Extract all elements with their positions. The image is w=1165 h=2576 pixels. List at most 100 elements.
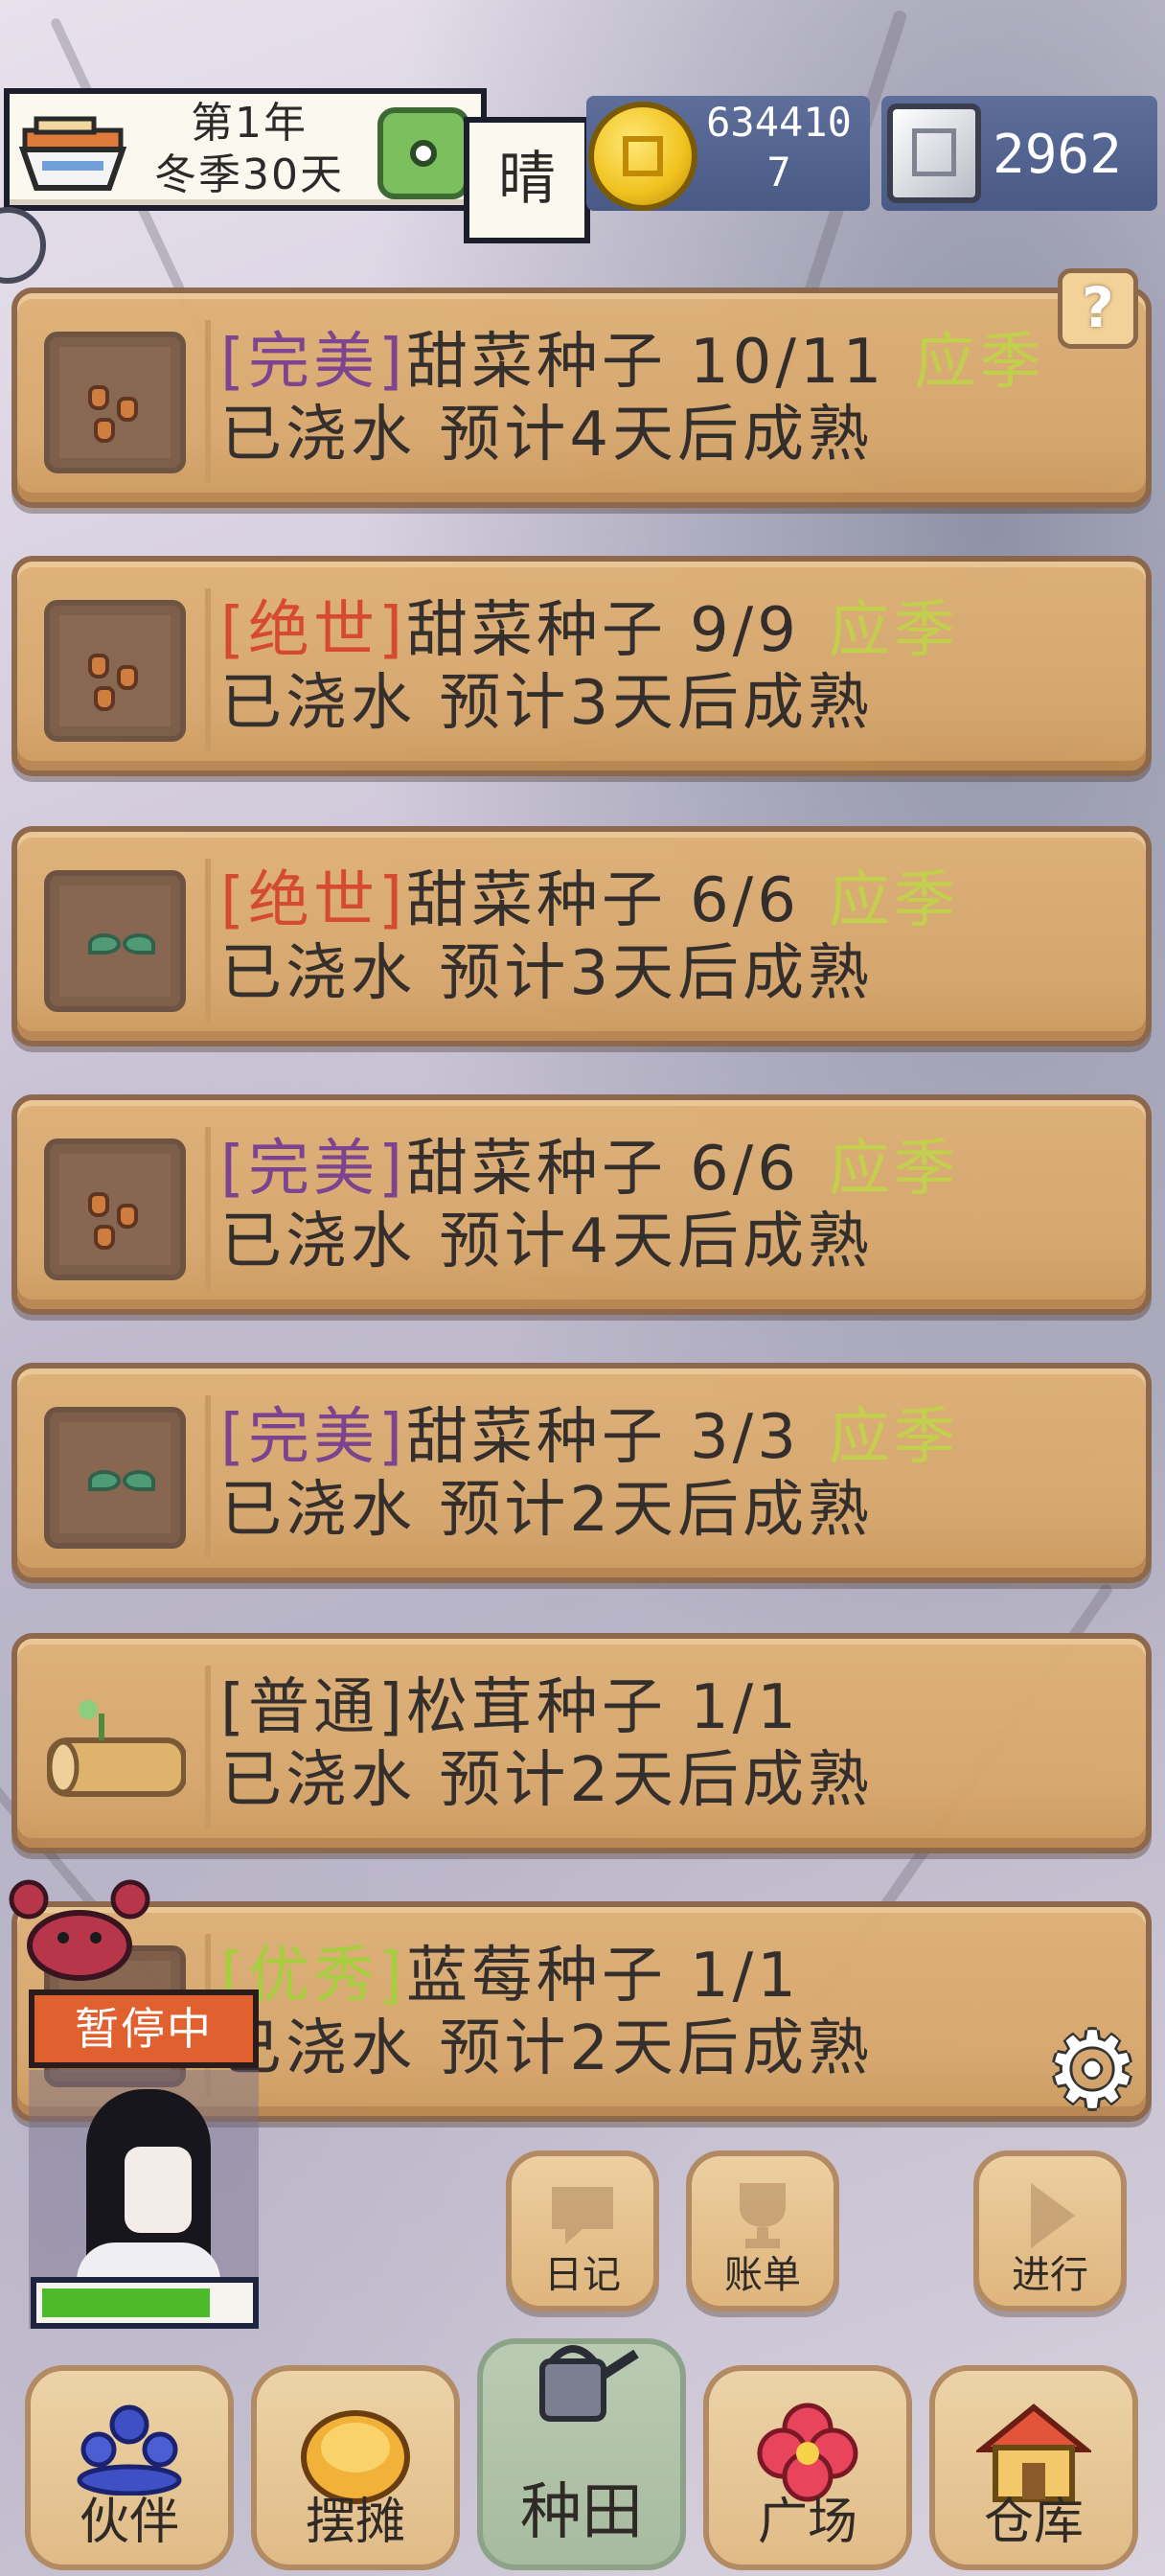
leaf (88, 1470, 121, 1491)
crop-card[interactable]: [绝世]甜菜种子 6/6 应季 已浇水 预计3天后成熟 (11, 826, 1152, 1046)
stamina-bar (31, 2277, 259, 2329)
nav-stall-label: 摆摊 (305, 2494, 405, 2551)
crop-title: [绝世]甜菜种子 9/9 应季 (220, 594, 959, 667)
diary-button[interactable]: 日记 (506, 2150, 659, 2312)
crop-count: 3/3 (689, 1402, 800, 1473)
crop-count: 10/11 (689, 327, 886, 398)
ledger-button[interactable]: 账单 (686, 2150, 839, 2312)
crop-quality: [绝世] (220, 595, 406, 666)
silver-amount: 2962 (993, 124, 1122, 186)
crop-title: [优秀]蓝莓种子 1/1 (220, 1940, 800, 2012)
in-season-tag: 应季 (914, 327, 1045, 398)
seed-grain (88, 1192, 109, 1217)
nav-warehouse-label: 仓库 (983, 2494, 1084, 2551)
log-icon (44, 1677, 187, 1819)
crop-quality: [完美] (220, 1402, 406, 1473)
seed-grain (117, 397, 138, 422)
in-season-tag: 应季 (828, 1402, 959, 1473)
crop-quality: [绝世] (220, 865, 406, 936)
nav-plaza-label: 广场 (757, 2494, 857, 2551)
play-arrow-icon (1031, 2183, 1075, 2248)
wood-log (47, 1700, 187, 1797)
calendar-icon[interactable] (377, 107, 469, 199)
seed-icon (44, 332, 186, 473)
card-divider (205, 1395, 211, 1558)
crop-status: 已浇水 预计2天后成熟 (220, 2013, 874, 2084)
date-text: 第1年 冬季30天 (134, 98, 364, 201)
seed-grain (94, 418, 115, 443)
leaf (88, 933, 121, 954)
nav-farm[interactable]: 种田 (477, 2338, 686, 2570)
crop-card[interactable]: [普通]松茸种子 1/1 已浇水 预计2天后成熟 (11, 1633, 1152, 1853)
in-season-tag: 应季 (828, 595, 959, 666)
crop-title: [完美]甜菜种子 6/6 应季 (220, 1133, 959, 1206)
seed-icon (44, 600, 186, 742)
seed-grain (88, 654, 109, 678)
stamina-bar-fill (42, 2288, 211, 2317)
crop-count: 6/6 (689, 865, 800, 936)
seed-grain (94, 1225, 115, 1250)
date-panel[interactable]: 第1年 冬季30天 (4, 88, 487, 211)
speech-bubble-icon (552, 2187, 613, 2244)
crop-count: 9/9 (689, 595, 800, 666)
crop-status: 已浇水 预计2天后成熟 (220, 1745, 874, 1816)
card-divider (205, 1127, 211, 1290)
gold-amount: 6344107 (706, 99, 852, 196)
sprout-icon (44, 870, 186, 1012)
crop-title: [完美]甜菜种子 3/3 应季 (220, 1401, 959, 1474)
side-dial-icon[interactable] (0, 207, 46, 284)
diary-label: 日记 (544, 2253, 621, 2297)
card-divider (205, 859, 211, 1022)
weather-label: 晴 (464, 117, 590, 243)
nav-farm-label: 种田 (520, 2477, 643, 2548)
seed-grain (94, 686, 115, 711)
season-day-label: 冬季30天 (154, 150, 344, 199)
crop-name: 甜菜种子 (405, 595, 667, 666)
nav-plaza[interactable]: 广场 (703, 2365, 912, 2570)
crop-card[interactable]: [完美]甜菜种子 10/11 应季 已浇水 预计4天后成熟 (11, 288, 1152, 508)
crop-status: 已浇水 预计3天后成熟 (220, 668, 874, 739)
nav-partner[interactable]: 伙伴 (25, 2365, 234, 2570)
crop-name: 甜菜种子 (405, 1134, 667, 1205)
trophy-icon (740, 2183, 786, 2248)
pause-status-badge[interactable]: 暂停中 (29, 1990, 259, 2068)
ledger-label: 账单 (724, 2253, 801, 2297)
in-season-tag: 应季 (828, 865, 959, 936)
help-button[interactable]: ? (1058, 268, 1138, 349)
nav-stall[interactable]: 摆摊 (251, 2365, 460, 2570)
crop-count: 1/1 (689, 1672, 800, 1743)
crop-name: 甜菜种子 (405, 865, 667, 936)
crop-status: 已浇水 预计4天后成熟 (220, 1207, 874, 1277)
proceed-label: 进行 (1012, 2253, 1088, 2297)
crop-quality: [完美] (220, 1134, 406, 1205)
seed-grain (117, 665, 138, 690)
crop-card[interactable]: [完美]甜菜种子 3/3 应季 已浇水 预计2天后成熟 (11, 1363, 1152, 1583)
crop-quality: [普通] (220, 1672, 406, 1743)
crop-title: [完美]甜菜种子 10/11 应季 (220, 326, 1044, 399)
crab-pet-icon[interactable] (8, 1878, 151, 1984)
crop-count: 6/6 (689, 1134, 800, 1205)
settings-gear-icon[interactable]: ⚙ (1044, 2017, 1140, 2123)
in-season-tag: 应季 (828, 1134, 959, 1205)
crop-card[interactable]: [绝世]甜菜种子 9/9 应季 已浇水 预计3天后成熟 (11, 556, 1152, 776)
crop-quality: [完美] (220, 327, 406, 398)
card-divider (205, 1666, 211, 1828)
crop-card[interactable]: [完美]甜菜种子 6/6 应季 已浇水 预计4天后成熟 (11, 1094, 1152, 1315)
sprout-icon (44, 1407, 186, 1549)
leaf (123, 933, 155, 954)
proceed-button[interactable]: 进行 (973, 2150, 1127, 2312)
nav-warehouse[interactable]: 仓库 (929, 2365, 1138, 2570)
character-face (125, 2147, 192, 2233)
sprout-leaves (88, 1462, 157, 1501)
house-icon (976, 2404, 1091, 2502)
coin-pile-icon (301, 2410, 410, 2504)
crop-status: 已浇水 预计2天后成熟 (220, 1475, 874, 1546)
card-divider (205, 588, 211, 751)
flower-icon (757, 2403, 858, 2502)
rice-bowl-icon (18, 116, 127, 191)
partner-group-icon (77, 2404, 182, 2496)
crop-status: 已浇水 预计3天后成熟 (220, 938, 874, 1009)
crop-name: 松茸种子 (405, 1672, 667, 1743)
gold-coin-icon (588, 102, 697, 211)
crop-title: [普通]松茸种子 1/1 (220, 1671, 800, 1744)
